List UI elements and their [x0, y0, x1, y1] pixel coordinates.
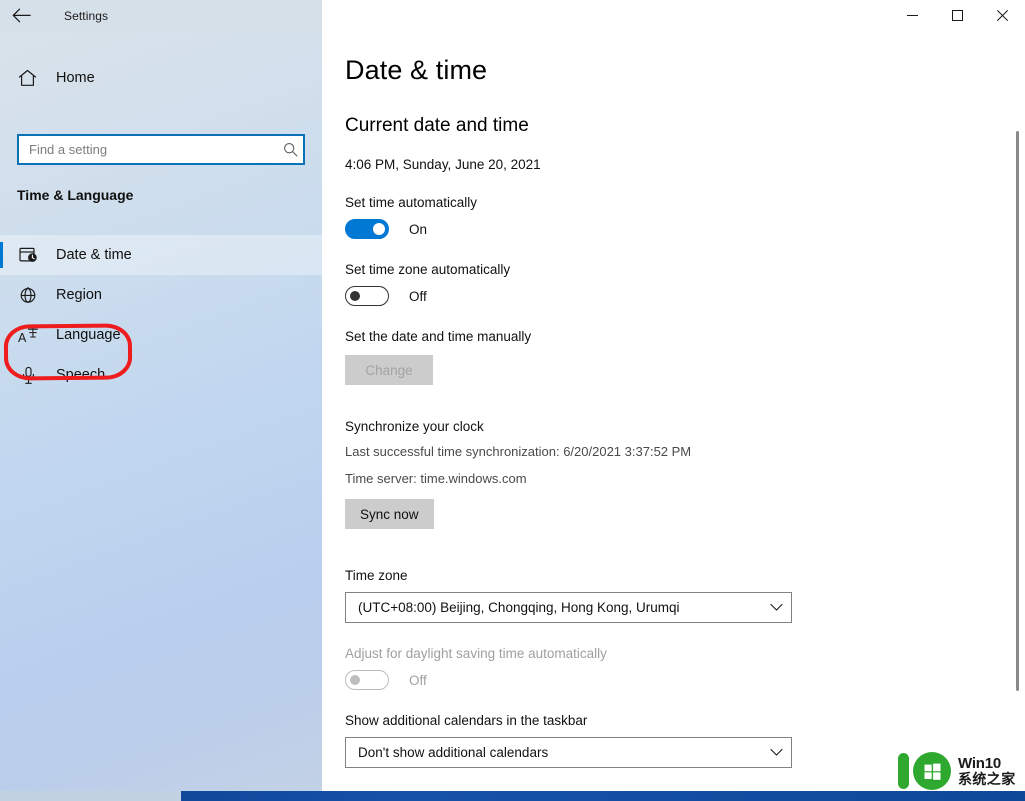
search-container: [17, 134, 305, 165]
sidebar-item-home[interactable]: Home: [0, 59, 322, 97]
back-button[interactable]: [0, 0, 42, 31]
set-timezone-automatically-toggle[interactable]: [345, 286, 389, 306]
sidebar-nav: Date & time Region A Language Speech: [0, 235, 322, 395]
scrollbar-thumb[interactable]: [1016, 131, 1019, 691]
set-time-automatically-label: Set time automatically: [345, 195, 478, 210]
set-timezone-automatically-state: Off: [409, 288, 427, 304]
time-zone-label: Time zone: [345, 568, 408, 584]
svg-text:A: A: [18, 331, 27, 345]
search-input[interactable]: [19, 142, 277, 157]
daylight-saving-label: Adjust for daylight saving time automati…: [345, 646, 607, 662]
watermark-line1: Win10: [958, 754, 1002, 772]
additional-calendars-label: Show additional calendars in the taskbar: [345, 713, 588, 729]
window-controls: [322, 0, 1025, 31]
page-title: Date & time: [345, 55, 488, 85]
maximize-button[interactable]: [935, 0, 980, 31]
content-scrollbar[interactable]: [1009, 31, 1025, 791]
daylight-saving-state: Off: [409, 672, 427, 688]
set-time-automatically-state: On: [409, 221, 428, 237]
title-bar: Settings: [0, 0, 1025, 31]
calendar-clock-icon: [14, 246, 42, 264]
close-button[interactable]: [980, 0, 1025, 31]
taskbar-left-segment: [0, 791, 181, 801]
minimize-button[interactable]: [890, 0, 935, 31]
set-timezone-automatically-label: Set time zone automatically: [345, 262, 511, 277]
chevron-down-icon[interactable]: [761, 603, 791, 612]
watermark-line2: 系统之家: [958, 770, 1016, 787]
watermark-bar-icon: [898, 753, 909, 789]
sync-now-button[interactable]: Sync now: [345, 499, 434, 530]
main-content: Date & time Current date and time 4:06 P…: [322, 31, 1025, 791]
current-date-time-value: 4:06 PM, Sunday, June 20, 2021: [345, 157, 541, 172]
sidebar-item-date-time[interactable]: Date & time: [0, 235, 322, 275]
set-time-automatically-toggle[interactable]: [345, 219, 389, 239]
sidebar-item-label: Date & time: [56, 247, 132, 263]
sidebar-item-language[interactable]: A Language: [0, 315, 322, 355]
time-server-text: Time server: time.windows.com: [345, 471, 527, 487]
time-zone-value: (UTC+08:00) Beijing, Chongqing, Hong Kon…: [358, 600, 680, 616]
title-bar-left: Settings: [0, 0, 322, 31]
language-character-icon: A: [14, 326, 42, 345]
additional-calendars-select[interactable]: Don't show additional calendars: [345, 737, 792, 769]
additional-calendars-value: Don't show additional calendars: [358, 745, 549, 761]
set-time-automatically-row: On: [345, 219, 1025, 239]
chevron-down-icon[interactable]: [761, 748, 791, 757]
sidebar-item-region[interactable]: Region: [0, 275, 322, 315]
sidebar-item-label: Region: [56, 287, 102, 303]
set-timezone-automatically-row: Off: [345, 286, 1025, 306]
globe-icon: [14, 286, 42, 304]
time-zone-select[interactable]: (UTC+08:00) Beijing, Chongqing, Hong Kon…: [345, 592, 792, 624]
sidebar-item-label: Speech: [56, 367, 106, 383]
home-icon: [14, 69, 40, 87]
daylight-saving-row: Off: [345, 670, 1025, 691]
last-sync-text: Last successful time synchronization: 6/…: [345, 444, 692, 459]
windows-logo-icon: [913, 752, 951, 790]
watermark-logo: Win10 系统之家: [898, 752, 1016, 790]
sidebar-item-speech[interactable]: Speech: [0, 355, 322, 395]
taskbar[interactable]: [0, 791, 1025, 801]
search-box[interactable]: [17, 134, 305, 165]
search-icon[interactable]: [277, 142, 303, 157]
set-manually-label: Set the date and time manually: [345, 329, 532, 344]
sidebar-home-label: Home: [56, 70, 95, 86]
sidebar: Home Time & Language: [0, 31, 322, 791]
settings-window: Settings Home Find a setting Time & Lang…: [0, 0, 1025, 801]
synchronize-heading: Synchronize your clock: [345, 419, 484, 434]
sync-now-button-wrap: Sync now: [345, 499, 1025, 530]
change-button-wrap: Change: [345, 355, 1025, 385]
change-button[interactable]: Change: [345, 355, 433, 385]
watermark-text: Win10 系统之家: [958, 756, 1016, 786]
sidebar-item-label: Language: [56, 327, 121, 343]
sidebar-group-title: Time & Language: [17, 187, 134, 203]
window-title: Settings: [64, 8, 109, 23]
daylight-saving-toggle: [345, 670, 389, 691]
microphone-icon: [14, 366, 42, 385]
section-heading-current-date-time: Current date and time: [345, 115, 529, 136]
